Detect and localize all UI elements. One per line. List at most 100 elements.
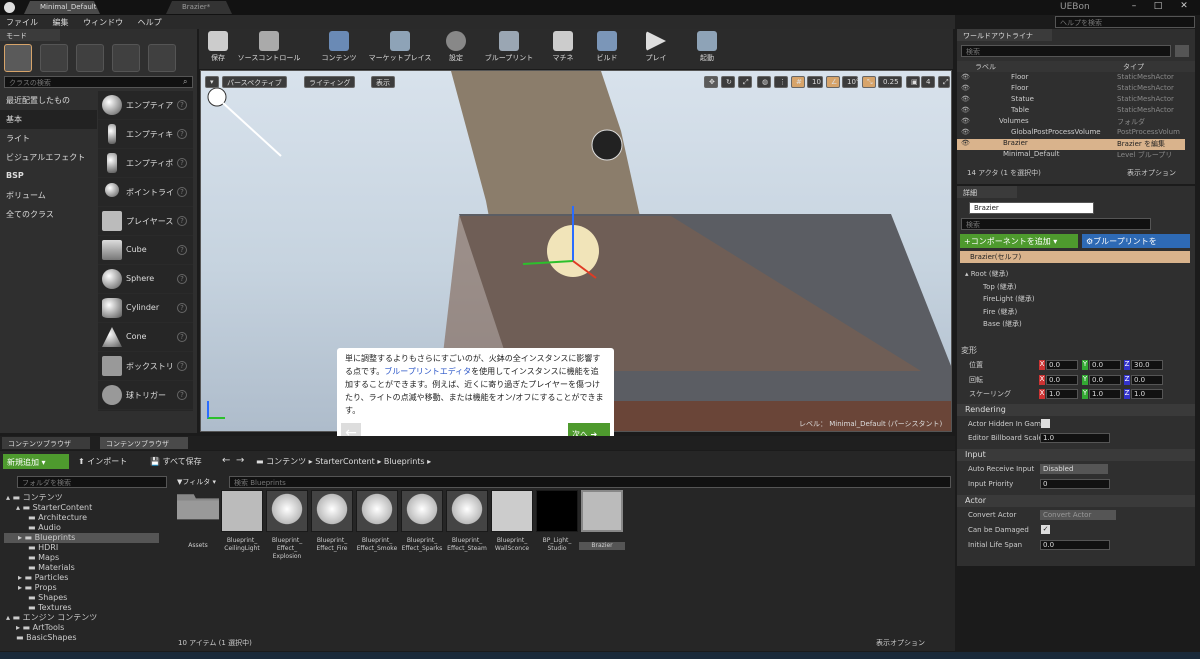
menu-window[interactable]: ウィンドウ [77,15,129,30]
asset-thumbnail[interactable] [221,490,263,532]
marketplace-button[interactable]: マーケットプレイス [361,31,439,67]
outliner-row[interactable]: 👁 Table StaticMeshActor [957,106,1185,117]
eye-icon[interactable]: 👁 [961,73,970,81]
asset-thumbnail[interactable] [446,490,488,532]
help-icon[interactable]: ? [177,332,187,342]
tree-item[interactable]: ▬ Materials [4,563,159,573]
rotation-y[interactable]: 0.0 [1089,375,1121,385]
camera-speed-value[interactable]: 4 [921,76,935,88]
asset-thumbnail[interactable] [536,490,578,532]
outliner-row[interactable]: 👁 Floor StaticMeshActor [957,84,1185,95]
tree-item[interactable]: ▴ ▬ エンジン コンテンツ [4,613,159,623]
camera-speed-button[interactable]: ▣ [906,76,920,88]
help-icon[interactable]: ? [177,390,187,400]
tree-item[interactable]: ▬ Architecture [4,513,159,523]
help-icon[interactable]: ? [177,158,187,168]
billboard-scale-field[interactable]: 1.0 [1040,433,1110,443]
location-z[interactable]: 30.0 [1131,360,1163,370]
crumb-content[interactable]: コンテンツ [266,457,306,466]
lighting-button[interactable]: ライティング [304,76,356,88]
category-basic[interactable]: 基本 [0,110,97,129]
actor-hidden-checkbox[interactable] [1041,419,1050,428]
help-icon[interactable]: ? [177,216,187,226]
asset-view-options[interactable]: 表示オプション [876,638,925,648]
tree-item[interactable]: ▬ Shapes [4,593,159,603]
place-item[interactable]: ボックストリ? [98,352,193,381]
blueprints-button[interactable]: ブループリント [479,31,539,67]
minimize-button[interactable]: – [1127,1,1141,11]
asset-thumbnail[interactable] [401,490,443,532]
outliner-search-input[interactable]: 検索 [961,45,1171,57]
import-button[interactable]: ⬆ インポート [78,456,127,467]
landscape-mode-icon[interactable] [76,44,104,72]
place-item[interactable]: Sphere? [98,265,193,294]
add-new-button[interactable]: 新規追加 ▾ [3,454,69,469]
save-all-button[interactable]: 💾 すべて保存 [150,456,202,467]
asset-thumbnail[interactable] [491,490,533,532]
world-local-button[interactable]: ◍ [757,76,771,88]
scale-label[interactable]: スケーリング [969,389,1011,399]
rotation-snap-value[interactable]: 10° [842,76,859,88]
eye-icon[interactable]: 👁 [961,139,970,147]
crumb-blueprints[interactable]: Blueprints [384,457,425,466]
crumb-starter[interactable]: StarterContent [315,457,375,466]
component-base[interactable]: Base (継承) [957,318,1035,331]
help-icon[interactable]: ? [177,274,187,284]
location-label[interactable]: 位置 [969,360,983,370]
viewport-options-button[interactable]: ▾ [205,76,219,88]
asset-thumbnail-selected[interactable] [581,490,623,532]
place-item[interactable]: 球トリガー? [98,381,193,410]
grid-snap-button[interactable]: # [791,76,805,88]
rotate-mode-button[interactable]: ↻ [721,76,735,88]
col-label[interactable]: ラベル [975,62,996,72]
asset-thumbnail[interactable] [356,490,398,532]
help-icon[interactable]: ? [177,187,187,197]
scale-y[interactable]: 1.0 [1089,389,1121,399]
tree-item-selected[interactable]: ▸ ▬ Blueprints [4,533,159,543]
modes-tab[interactable]: モード [0,29,60,41]
play-button[interactable]: プレイ [640,31,672,67]
settings-button[interactable]: 設定 [441,31,471,67]
outliner-row-selected[interactable]: 👁 Brazier Brazier を編集 [957,139,1185,150]
asset-thumbnail[interactable] [266,490,308,532]
category-bsp[interactable]: BSP [0,167,97,186]
eye-icon[interactable]: 👁 [961,106,970,114]
tree-item[interactable]: ▸ ▬ Particles [4,573,159,583]
maximize-viewport-button[interactable]: ⤢ [938,76,950,88]
outliner-row[interactable]: 👁 GlobalPostProcessVolume PostProcessVolum [957,128,1185,139]
col-type[interactable]: タイプ [1123,62,1144,72]
eye-icon[interactable]: 👁 [961,128,970,136]
help-icon[interactable]: ? [177,361,187,371]
matinee-button[interactable]: マチネ [545,31,581,67]
outliner-row[interactable]: Minimal_Default Level ブループリ [957,150,1185,161]
category-visual-effects[interactable]: ビジュアルエフェクト [0,148,97,167]
menu-help[interactable]: ヘルプ [132,15,168,30]
outliner-view-options[interactable]: 表示オプション [1127,168,1176,178]
location-x[interactable]: 0.0 [1046,360,1078,370]
source-control-button[interactable]: ソースコントロール [233,31,305,67]
scale-snap-value[interactable]: 0.25 [878,76,902,88]
outliner-tab[interactable]: ワールドアウトライナ [957,29,1052,41]
actor-header[interactable]: Actor [957,495,1195,507]
outliner-row[interactable]: 👁 Statue StaticMeshActor [957,95,1185,106]
filter-button[interactable]: ▼フィルタ ▾ [177,477,216,487]
outliner-settings-icon[interactable] [1175,45,1189,57]
component-fire[interactable]: Fire (継承) [957,306,1035,319]
rotation-label[interactable]: 回転 [969,375,983,385]
nav-back-button[interactable]: ← [222,455,230,466]
grid-size-value[interactable]: 10 [807,76,823,88]
category-lights[interactable]: ライト [0,129,97,148]
scale-mode-button[interactable]: ⤢ [738,76,752,88]
tree-item[interactable]: ▬ Audio [4,523,159,533]
nav-forward-button[interactable]: → [236,455,244,466]
tab-minimal-default[interactable]: Minimal_Default* [24,1,100,14]
tab-brazier[interactable]: Brazier* [166,1,232,14]
maximize-button[interactable]: □ [1151,1,1165,11]
input-header[interactable]: Input [957,449,1195,461]
life-span-field[interactable]: 0.0 [1040,540,1110,550]
content-browser-tab-1[interactable]: コンテンツブラウザ [2,437,90,449]
scale-z[interactable]: 1.0 [1131,389,1163,399]
help-icon[interactable]: ? [177,100,187,110]
rotation-z[interactable]: 0.0 [1131,375,1163,385]
paint-mode-icon[interactable] [40,44,68,72]
